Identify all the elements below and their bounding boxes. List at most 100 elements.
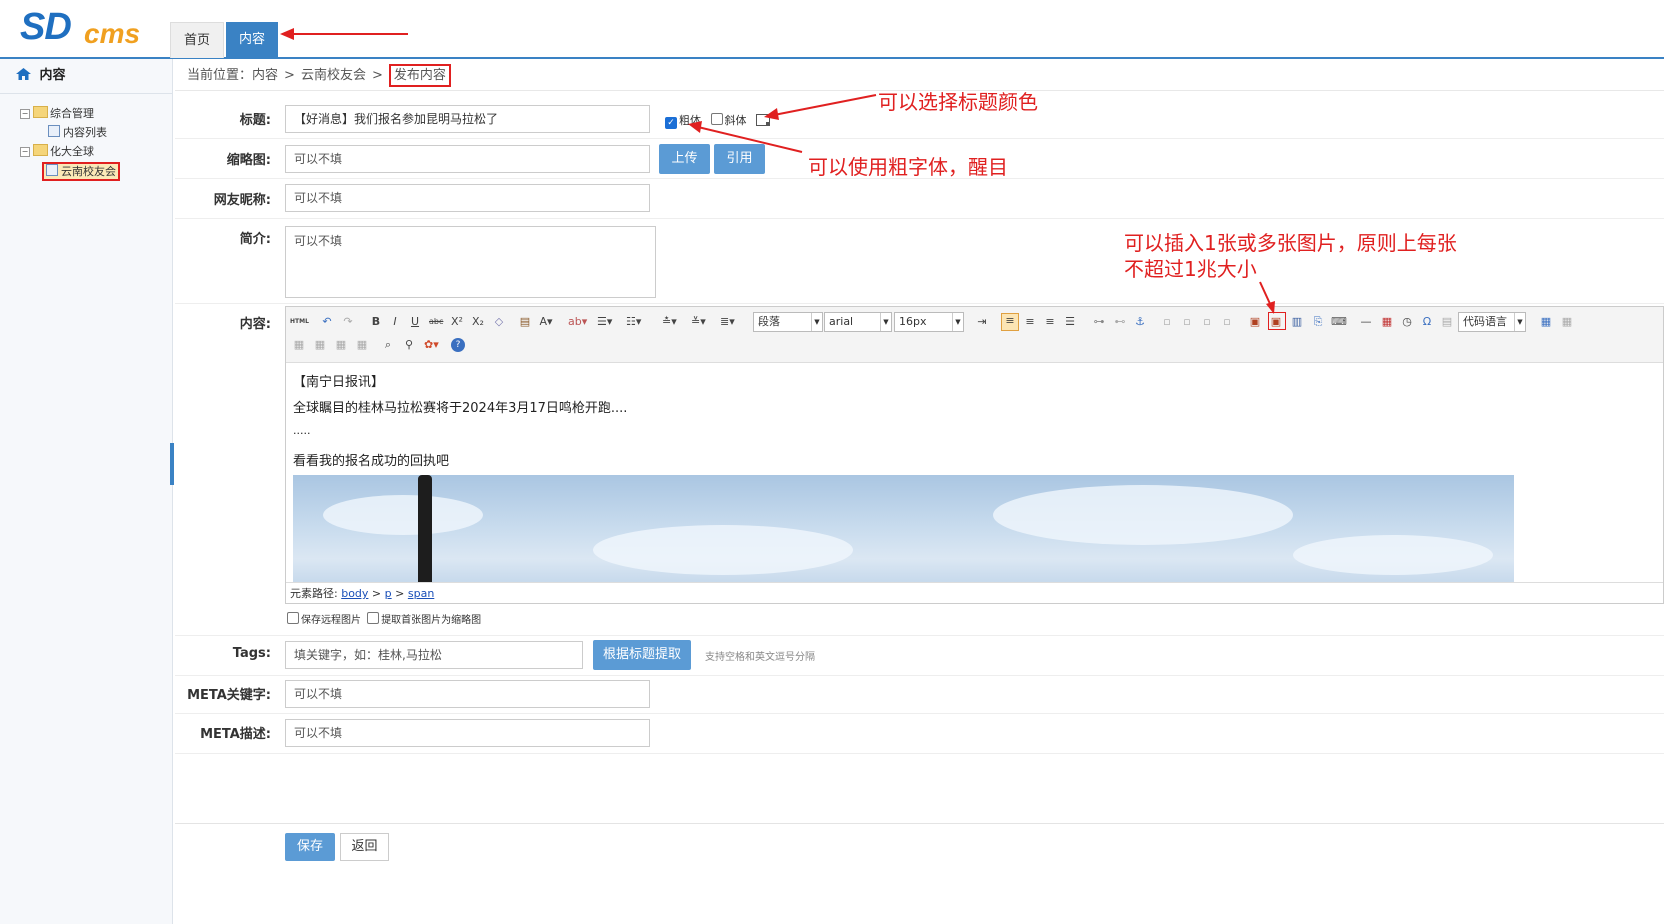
editor-content[interactable]: 【南宁日报讯】 全球瞩目的桂林马拉松赛将于2024年3月17日鸣枪开跑.... …	[293, 367, 1663, 582]
date-icon[interactable]: ▦	[1380, 315, 1394, 329]
attachment-icon[interactable]: ⎘	[1311, 315, 1325, 329]
ordered-list-icon[interactable]: ☰▾	[597, 315, 612, 329]
tree-node-content-list[interactable]: 内容列表	[48, 125, 107, 141]
page-icon	[48, 125, 60, 137]
link-icon[interactable]: ⊶	[1092, 315, 1106, 329]
find-replace-icon[interactable]: ⚲	[402, 338, 416, 352]
unlink-icon[interactable]: ⊷	[1113, 315, 1127, 329]
collapse-icon[interactable]: −	[20, 109, 30, 119]
element-path-bar: 元素路径: body > p > span	[286, 582, 1663, 603]
table-props-icon[interactable]: ▦	[1560, 315, 1574, 329]
line-height-icon[interactable]: ≣▾	[720, 315, 735, 329]
strikethrough-icon[interactable]: abc	[429, 315, 443, 329]
time-icon[interactable]: ◷	[1400, 315, 1414, 329]
underline-icon[interactable]: U	[408, 315, 422, 329]
annotation-image-line1: 可以插入1张或多张图片，原则上每张	[1124, 231, 1457, 255]
path-body-link[interactable]: body	[341, 587, 368, 600]
subscript-icon[interactable]: X₂	[471, 315, 485, 329]
align-right-icon[interactable]: ≡	[1043, 315, 1057, 329]
code-language-select[interactable]: 代码语言 ▼	[1458, 312, 1526, 332]
dropdown-arrow-icon: ▼	[952, 313, 963, 331]
font-family-select[interactable]: arial ▼	[824, 312, 892, 332]
sidebar: 内容 − 综合管理 内容列表 − 化大全球 云南校友会	[0, 59, 173, 924]
align-left-icon[interactable]: ≡	[1001, 313, 1019, 331]
home-icon	[16, 68, 31, 80]
html-source-icon[interactable]: HTML	[290, 315, 309, 329]
redo-icon[interactable]: ↷	[341, 315, 355, 329]
nickname-input[interactable]: 可以不填	[285, 184, 650, 212]
row-spacing-bottom-icon[interactable]: ≚▾	[691, 315, 706, 329]
collapse-icon[interactable]: −	[20, 147, 30, 157]
eraser-icon[interactable]: ◇	[492, 315, 506, 329]
tab-home[interactable]: 首页	[170, 22, 224, 58]
image-float-right-icon[interactable]: ▫	[1200, 315, 1214, 329]
breadcrumb-item-content[interactable]: 内容	[252, 68, 278, 83]
bold-checkbox[interactable]: ✓	[665, 117, 677, 129]
tree-node-yunnan-alumni[interactable]: 云南校友会	[42, 162, 120, 181]
meta-keywords-input[interactable]: 可以不填	[285, 680, 650, 708]
special-char-icon[interactable]: Ω	[1420, 315, 1434, 329]
path-span-link[interactable]: span	[408, 587, 434, 600]
tree-node-general[interactable]: − 综合管理	[20, 106, 94, 122]
align-center-icon[interactable]: ≡	[1023, 315, 1037, 329]
emoticon-icon[interactable]: ✿▾	[424, 338, 439, 352]
annotation-arrow-image	[1259, 281, 1275, 314]
annotation-image-highlight	[1268, 312, 1286, 330]
editor-line: .....	[293, 424, 311, 437]
nickname-label: 网友昵称:	[213, 193, 271, 208]
first-image-thumb-checkbox[interactable]	[367, 612, 380, 624]
anchor-icon[interactable]: ⚓	[1133, 315, 1147, 329]
annotation-arrow-bold	[688, 121, 803, 153]
intro-textarea[interactable]: 可以不填	[285, 226, 656, 298]
horizontal-rule-icon[interactable]: —	[1359, 315, 1373, 329]
row-spacing-top-icon[interactable]: ≛▾	[662, 315, 677, 329]
breadcrumb-current: 发布内容	[388, 64, 451, 87]
video-icon[interactable]: ▥	[1290, 315, 1304, 329]
image-float-none-icon[interactable]: ▫	[1160, 315, 1174, 329]
align-justify-icon[interactable]: ☰	[1063, 315, 1077, 329]
photo-pole	[418, 475, 432, 582]
thumbnail-input[interactable]: 可以不填	[285, 145, 650, 173]
paragraph-select[interactable]: 段落 ▼	[753, 312, 823, 332]
code-block-icon[interactable]: ⌨	[1331, 315, 1347, 329]
highlight-icon[interactable]: ab▾	[568, 315, 587, 329]
template-icon[interactable]: ▤	[1440, 315, 1454, 329]
font-size-select[interactable]: 16px ▼	[894, 312, 964, 332]
save-remote-checkbox[interactable]	[287, 612, 299, 624]
inserted-photo[interactable]	[293, 475, 1514, 582]
font-color-icon[interactable]: A▾	[539, 315, 553, 329]
italic-icon[interactable]: I	[388, 315, 402, 329]
image-center-icon[interactable]: ▫	[1220, 315, 1234, 329]
image-float-left-icon[interactable]: ▫	[1180, 315, 1194, 329]
title-input[interactable]: 【好消息】我们报名参加昆明马拉松了	[285, 105, 650, 133]
merge-cells-icon[interactable]: ▦	[334, 338, 348, 352]
extract-tags-button[interactable]: 根据标题提取	[593, 640, 691, 670]
indent-icon[interactable]: ⇥	[975, 315, 989, 329]
insert-image-icon[interactable]: ▣	[1248, 315, 1262, 329]
insert-row-icon[interactable]: ▦	[292, 338, 306, 352]
tags-hint: 支持空格和英文逗号分隔	[705, 652, 815, 663]
rich-text-editor: HTML ↶ ↷ B I U abc X² X₂ ◇ ▤ A▾ ab▾ ☰▾ ☷…	[285, 306, 1664, 604]
breadcrumb-item-alumni[interactable]: 云南校友会	[301, 68, 366, 83]
meta-description-input[interactable]: 可以不填	[285, 719, 650, 747]
paste-icon[interactable]: ▤	[518, 315, 532, 329]
split-cells-icon[interactable]: ▦	[355, 338, 369, 352]
insert-table-icon[interactable]: ▦	[1539, 315, 1553, 329]
bold-icon[interactable]: B	[369, 315, 383, 329]
superscript-icon[interactable]: X²	[450, 315, 464, 329]
content-label: 内容:	[239, 317, 271, 332]
sidebar-resize-handle[interactable]	[170, 443, 174, 485]
save-button[interactable]: 保存	[285, 833, 335, 861]
tags-input[interactable]: 填关键字，如：桂林,马拉松	[285, 641, 583, 669]
path-p-link[interactable]: p	[385, 587, 392, 600]
unordered-list-icon[interactable]: ☷▾	[626, 315, 641, 329]
tree-node-global[interactable]: − 化大全球	[20, 144, 94, 160]
tab-content[interactable]: 内容	[226, 22, 278, 57]
back-button[interactable]: 返回	[340, 833, 389, 861]
delete-row-icon[interactable]: ▦	[313, 338, 327, 352]
tags-row: Tags: 填关键字，如：桂林,马拉松 根据标题提取 支持空格和英文逗号分隔	[175, 635, 1664, 676]
page-icon	[46, 164, 58, 176]
help-icon[interactable]: ?	[451, 338, 465, 352]
search-icon[interactable]: ⌕	[381, 338, 395, 352]
undo-icon[interactable]: ↶	[320, 315, 334, 329]
